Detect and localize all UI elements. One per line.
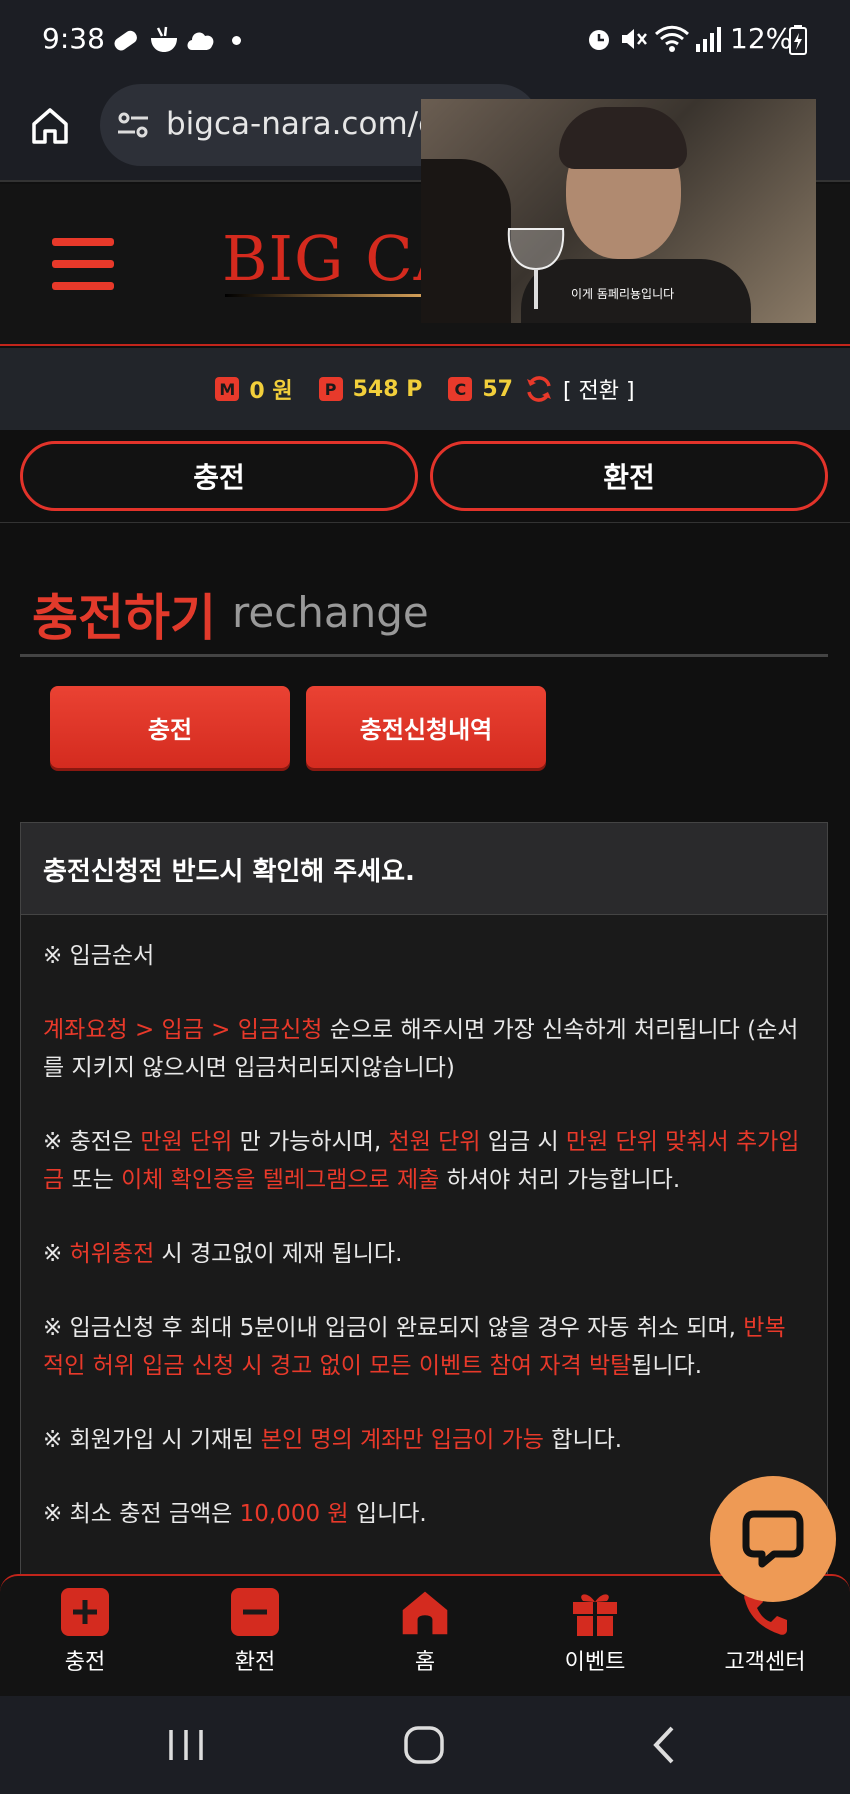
notice-item: ※ 입금신청 후 최대 5분이내 입금이 완료되지 않을 경우 자동 취소 되며… — [43, 1315, 786, 1379]
video-subtitle: 이게 돔페리뇽입니다 — [571, 287, 675, 301]
dot-icon — [232, 36, 241, 45]
coupon-value: 57 — [482, 376, 513, 402]
home-icon[interactable] — [28, 104, 72, 148]
nav-label: 고객센터 — [724, 1650, 806, 1675]
divider — [0, 522, 850, 523]
tab-charge[interactable]: 충전 — [20, 441, 418, 511]
alarm-icon — [589, 30, 609, 50]
notice-item: ※ 충전은 만원 단위 만 가능하시며, 천원 단위 입금 시 만원 단위 맞춰… — [43, 1129, 800, 1193]
minus-icon — [229, 1586, 281, 1638]
nav-label: 환전 — [234, 1650, 276, 1675]
mute-icon — [622, 29, 647, 49]
home-button-icon[interactable] — [402, 1724, 446, 1766]
signal-icon — [696, 27, 721, 52]
wifi-icon — [654, 25, 690, 52]
recent-apps-icon[interactable] — [166, 1726, 206, 1764]
nav-label: 충전 — [64, 1650, 106, 1675]
refresh-icon[interactable] — [525, 375, 553, 403]
notice-item: ※ 회원가입 시 기재된 본인 명의 계좌만 입금이 가능 합니다. — [43, 1427, 623, 1453]
point-value: 548 P — [352, 376, 423, 402]
cloud-icon — [187, 32, 214, 50]
point-badge: P — [318, 377, 343, 401]
bottom-navigation: 충전 환전 홈 이벤트 고객센터 — [0, 1574, 850, 1696]
page-title: 충전하기 — [32, 589, 216, 647]
bowl-icon — [151, 26, 177, 52]
notice-heading: 충전신청전 반드시 확인해 주세요. — [21, 823, 827, 915]
system-navigation — [0, 1696, 850, 1794]
charge-button[interactable]: 충전 — [50, 686, 290, 768]
status-time: 9:38 — [42, 22, 105, 55]
nav-event[interactable]: 이벤트 — [530, 1586, 660, 1676]
tab-exchange[interactable]: 환전 — [430, 441, 828, 511]
status-bar: 9:38 12% — [0, 0, 850, 80]
charge-history-button[interactable]: 충전신청내역 — [306, 686, 546, 768]
home-icon — [399, 1586, 451, 1638]
notice-item: ※ 입금순서 — [43, 943, 155, 969]
page-subtitle: rechange — [232, 588, 429, 637]
nav-label: 홈 — [414, 1650, 436, 1675]
nav-charge[interactable]: 충전 — [20, 1586, 150, 1676]
battery-text: 12% — [730, 22, 793, 55]
plus-icon — [59, 1586, 111, 1638]
money-value: 0 원 — [249, 379, 293, 404]
nav-exchange[interactable]: 환전 — [190, 1586, 320, 1676]
notice-item: ※ 허위충전 시 경고없이 제재 됩니다. — [43, 1241, 403, 1267]
battery-icon — [789, 25, 807, 55]
coupon-badge: C — [448, 377, 473, 401]
gift-icon — [569, 1586, 621, 1638]
hamburger-menu-icon[interactable] — [40, 234, 126, 304]
pip-video[interactable]: 이게 돔페리뇽입니다 — [421, 99, 816, 323]
url-text: bigca-nara.com/c — [166, 106, 436, 142]
site-settings-icon[interactable] — [116, 110, 150, 140]
back-icon[interactable] — [648, 1724, 678, 1766]
switch-button[interactable]: [ 전환 ] — [563, 373, 635, 405]
notice-body: ※ 입금순서 계좌요청 > 입금 > 입금신청 순으로 해주시면 가장 신속하게… — [21, 915, 827, 1591]
chat-icon — [742, 1510, 804, 1568]
notice-box: 충전신청전 반드시 확인해 주세요. ※ 입금순서 계좌요청 > 입금 > 입금… — [20, 822, 828, 1582]
wine-glass-icon — [507, 228, 565, 309]
nav-home[interactable]: 홈 — [360, 1586, 490, 1676]
chat-button[interactable] — [710, 1476, 836, 1602]
logo-underline — [225, 294, 425, 297]
notice-item: 계좌요청 > 입금 > 입금신청 순으로 해주시면 가장 신속하게 처리됩니다 … — [43, 1017, 799, 1081]
points-bar: M 0 원 P 548 P C 57 [ 전환 ] — [0, 348, 850, 430]
notice-item: ※ 최소 충전 금액은 10,000 원 입니다. — [43, 1501, 427, 1527]
nav-label: 이벤트 — [564, 1650, 626, 1675]
link-icon — [114, 30, 137, 51]
money-badge: M — [215, 377, 240, 401]
title-divider — [20, 654, 828, 657]
